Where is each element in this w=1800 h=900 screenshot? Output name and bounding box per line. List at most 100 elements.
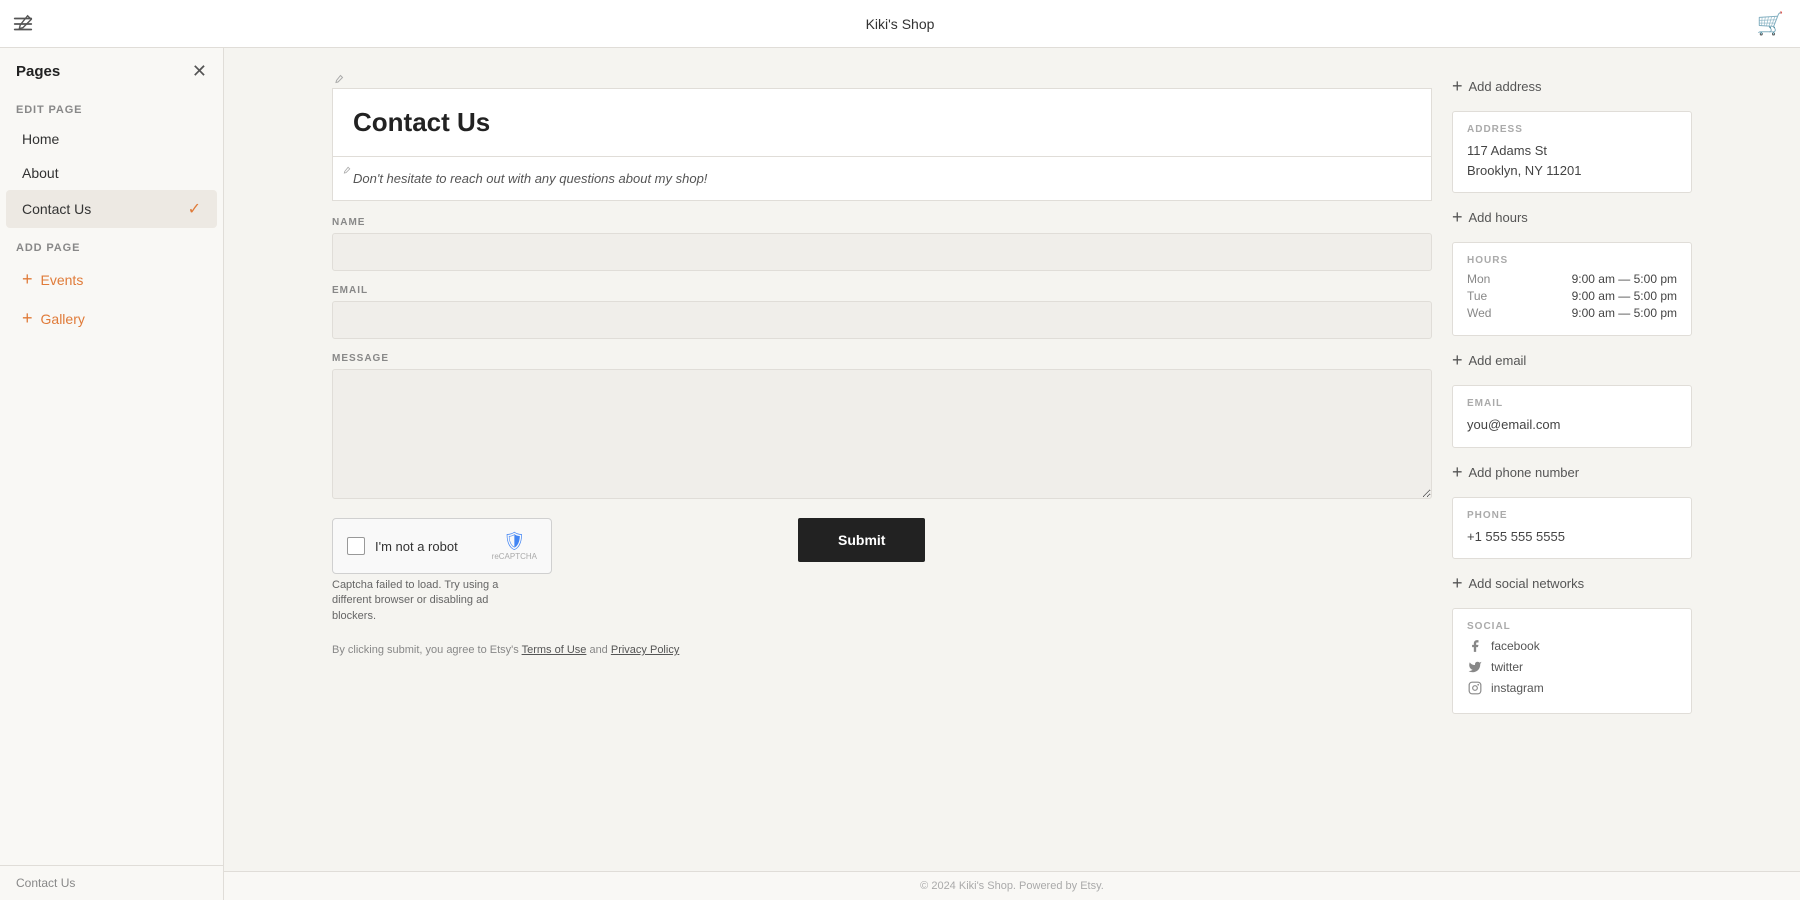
add-page-label: ADD PAGE bbox=[0, 228, 223, 260]
name-label: NAME bbox=[332, 217, 1432, 228]
recaptcha-label: reCAPTCHA bbox=[492, 552, 537, 561]
add-social-icon: + bbox=[1452, 573, 1463, 594]
add-address-button[interactable]: + Add address bbox=[1452, 72, 1692, 101]
add-email-button[interactable]: + Add email bbox=[1452, 346, 1692, 375]
address-line1: 117 Adams St bbox=[1467, 141, 1677, 161]
privacy-policy-link[interactable]: Privacy Policy bbox=[611, 644, 679, 656]
contact-description-block: Don't hesitate to reach out with any que… bbox=[332, 157, 1432, 201]
sidebar-bottom-label: Contact Us bbox=[16, 876, 75, 890]
toolbar-left bbox=[12, 13, 34, 35]
captcha-container: I'm not a robot 🛡 reCAPTCHA Captcha fail… bbox=[332, 518, 552, 624]
recaptcha-icon: 🛡 bbox=[503, 531, 526, 552]
cart-button[interactable]: 🛒 bbox=[1757, 11, 1784, 37]
facebook-icon bbox=[1467, 638, 1483, 654]
hours-row-mon: Mon 9:00 am — 5:00 pm bbox=[1467, 272, 1677, 286]
add-phone-label: Add phone number bbox=[1469, 465, 1580, 480]
add-gallery-icon: + bbox=[22, 308, 33, 329]
add-hours-button[interactable]: + Add hours bbox=[1452, 203, 1692, 232]
address-line2: Brooklyn, NY 11201 bbox=[1467, 161, 1677, 181]
footer-bar: © 2024 Kiki's Shop. Powered by Etsy. bbox=[224, 871, 1800, 900]
add-phone-button[interactable]: + Add phone number bbox=[1452, 458, 1692, 487]
hours-mon-day: Mon bbox=[1467, 272, 1490, 286]
phone-card: PHONE +1 555 555 5555 bbox=[1452, 497, 1692, 560]
toolbar-right: 🛒 bbox=[1757, 11, 1784, 37]
hours-mon-time: 9:00 am — 5:00 pm bbox=[1572, 272, 1677, 286]
sidebar-header: Pages ✕ bbox=[0, 48, 223, 90]
twitter-label: twitter bbox=[1491, 660, 1523, 674]
terms-of-use-link[interactable]: Terms of Use bbox=[522, 644, 587, 656]
shop-title: Kiki's Shop bbox=[866, 16, 935, 32]
address-card: ADDRESS 117 Adams St Brooklyn, NY 11201 bbox=[1452, 111, 1692, 193]
main-content: Contact Us Don't hesitate to reach out w… bbox=[224, 48, 1800, 900]
topbar: Kiki's Shop 🛒 bbox=[0, 0, 1800, 48]
captcha-error: Captcha failed to load. Try using a diff… bbox=[332, 578, 532, 624]
right-panel: + Add address ADDRESS 117 Adams St Brook… bbox=[1452, 72, 1692, 831]
email-field: EMAIL bbox=[332, 285, 1432, 339]
pencil-lines-icon[interactable] bbox=[12, 13, 34, 35]
captcha-box[interactable]: I'm not a robot 🛡 reCAPTCHA bbox=[332, 518, 552, 574]
contact-title-block: Contact Us bbox=[332, 88, 1432, 157]
social-card: SOCIAL facebook twitter bbox=[1452, 608, 1692, 714]
email-section-label: EMAIL bbox=[1467, 398, 1677, 409]
hours-row-wed: Wed 9:00 am — 5:00 pm bbox=[1467, 306, 1677, 320]
edit-page-label: EDIT PAGE bbox=[0, 90, 223, 122]
sidebar-add-events-label: Events bbox=[41, 272, 84, 288]
recaptcha-logo: 🛡 reCAPTCHA bbox=[492, 531, 537, 561]
add-email-icon: + bbox=[1452, 350, 1463, 371]
captcha-checkbox[interactable] bbox=[347, 537, 365, 555]
name-field: NAME bbox=[332, 217, 1432, 271]
social-section-label: SOCIAL bbox=[1467, 621, 1677, 632]
message-field: MESSAGE bbox=[332, 353, 1432, 504]
email-card: EMAIL you@email.com bbox=[1452, 385, 1692, 448]
footer-copyright: © 2024 Kiki's Shop. Powered by Etsy. bbox=[920, 880, 1104, 892]
add-email-label: Add email bbox=[1469, 353, 1527, 368]
add-phone-icon: + bbox=[1452, 462, 1463, 483]
message-input[interactable] bbox=[332, 369, 1432, 499]
hours-row-tue: Tue 9:00 am — 5:00 pm bbox=[1467, 289, 1677, 303]
sidebar-item-contact-us-label: Contact Us bbox=[22, 201, 91, 217]
address-section-label: ADDRESS bbox=[1467, 124, 1677, 135]
email-input[interactable] bbox=[332, 301, 1432, 339]
add-address-icon: + bbox=[1452, 76, 1463, 97]
hours-card: HOURS Mon 9:00 am — 5:00 pm Tue 9:00 am … bbox=[1452, 242, 1692, 336]
phone-value: +1 555 555 5555 bbox=[1467, 527, 1677, 547]
captcha-row: I'm not a robot 🛡 reCAPTCHA Captcha fail… bbox=[332, 518, 1432, 624]
message-label: MESSAGE bbox=[332, 353, 1432, 364]
hours-wed-time: 9:00 am — 5:00 pm bbox=[1572, 306, 1677, 320]
facebook-label: facebook bbox=[1491, 639, 1540, 653]
social-facebook: facebook bbox=[1467, 638, 1677, 654]
add-social-button[interactable]: + Add social networks bbox=[1452, 569, 1692, 598]
email-value: you@email.com bbox=[1467, 415, 1677, 435]
name-input[interactable] bbox=[332, 233, 1432, 271]
check-icon: ✓ bbox=[188, 199, 201, 219]
submit-button[interactable]: Submit bbox=[798, 518, 925, 562]
sidebar-title: Pages bbox=[16, 63, 60, 80]
email-label: EMAIL bbox=[332, 285, 1432, 296]
instagram-icon bbox=[1467, 680, 1483, 696]
layout: Pages ✕ EDIT PAGE Home About Contact Us … bbox=[0, 48, 1800, 900]
title-edit-handle[interactable] bbox=[332, 72, 1432, 88]
form-section: Contact Us Don't hesitate to reach out w… bbox=[332, 72, 1432, 831]
social-twitter: twitter bbox=[1467, 659, 1677, 675]
sidebar-bottom: Contact Us bbox=[0, 865, 223, 900]
sidebar-item-home[interactable]: Home bbox=[6, 122, 217, 156]
add-social-label: Add social networks bbox=[1469, 576, 1585, 591]
description-edit-icon[interactable] bbox=[341, 165, 351, 179]
social-instagram: instagram bbox=[1467, 680, 1677, 696]
terms-line: By clicking submit, you agree to Etsy's … bbox=[332, 644, 1432, 656]
sidebar-add-gallery[interactable]: + Gallery bbox=[6, 299, 217, 338]
sidebar-add-gallery-label: Gallery bbox=[41, 311, 85, 327]
instagram-label: instagram bbox=[1491, 681, 1544, 695]
sidebar-close-button[interactable]: ✕ bbox=[192, 62, 207, 80]
sidebar-item-home-label: Home bbox=[22, 131, 59, 147]
sidebar-item-contact-us[interactable]: Contact Us ✓ bbox=[6, 190, 217, 228]
phone-section-label: PHONE bbox=[1467, 510, 1677, 521]
add-hours-icon: + bbox=[1452, 207, 1463, 228]
add-address-label: Add address bbox=[1469, 79, 1542, 94]
sidebar-item-about[interactable]: About bbox=[6, 156, 217, 190]
sidebar-add-events[interactable]: + Events bbox=[6, 260, 217, 299]
sidebar: Pages ✕ EDIT PAGE Home About Contact Us … bbox=[0, 48, 224, 900]
hours-tue-time: 9:00 am — 5:00 pm bbox=[1572, 289, 1677, 303]
contact-description: Don't hesitate to reach out with any que… bbox=[353, 171, 1411, 186]
sidebar-item-about-label: About bbox=[22, 165, 59, 181]
